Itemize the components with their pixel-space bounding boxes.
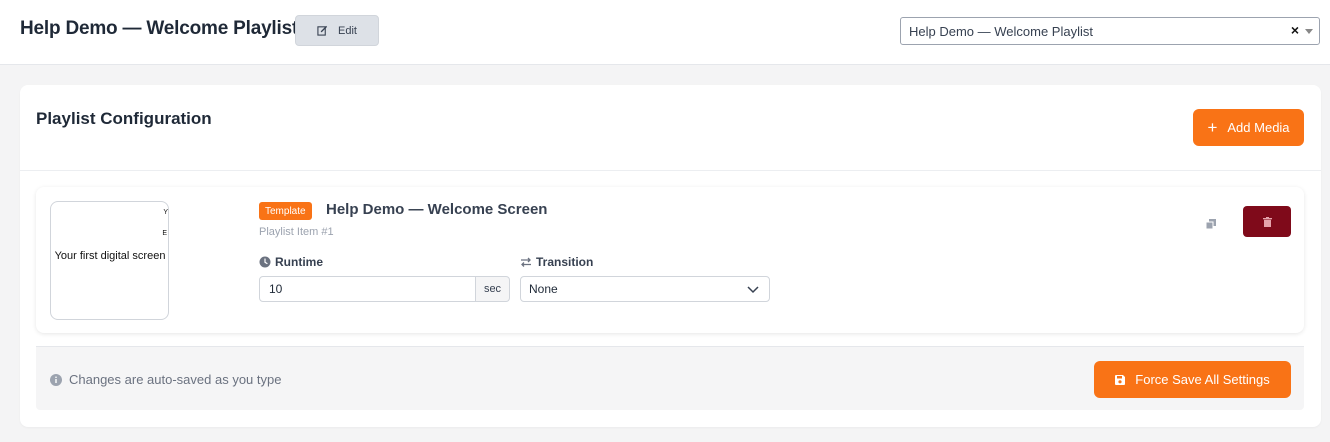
edit-button[interactable]: Edit: [295, 15, 379, 46]
edit-icon: [317, 25, 328, 36]
clear-selection-icon[interactable]: ×: [1291, 22, 1299, 38]
plus-icon: +: [1207, 117, 1218, 137]
save-icon: [1115, 374, 1126, 385]
runtime-label: Runtime: [259, 255, 323, 269]
exchange-icon: [521, 257, 531, 267]
transition-label-text: Transition: [536, 255, 594, 269]
trash-icon: [1262, 216, 1272, 227]
playlist-config-card: Playlist Configuration + Add Media Y E Y…: [20, 85, 1321, 427]
force-save-button[interactable]: Force Save All Settings: [1094, 361, 1291, 398]
thumbnail-edge-text: E: [162, 230, 167, 237]
runtime-input[interactable]: 10: [259, 276, 476, 302]
item-title: Help Demo — Welcome Screen: [326, 201, 548, 218]
copy-icon[interactable]: [1205, 218, 1217, 230]
thumbnail-text: Your first digital screen: [54, 250, 166, 262]
edit-button-label: Edit: [338, 24, 357, 37]
top-bar: Help Demo — Welcome Playlist Edit Help D…: [0, 0, 1330, 65]
playlist-item: Y E Your first digital screen Template H…: [36, 187, 1304, 333]
playlist-select[interactable]: Help Demo — Welcome Playlist ×: [900, 17, 1320, 45]
autosave-note-text: Changes are auto-saved as you type: [69, 372, 282, 387]
add-media-label: Add Media: [1227, 120, 1290, 135]
transition-select[interactable]: None: [520, 276, 770, 302]
thumbnail-edge-text: Y: [163, 209, 168, 216]
info-icon: [50, 373, 62, 386]
chevron-down-icon: [747, 286, 759, 294]
media-thumbnail[interactable]: Y E Your first digital screen: [50, 201, 169, 320]
divider: [20, 170, 1321, 171]
clock-icon: [259, 256, 271, 268]
card-footer: Changes are auto-saved as you type Force…: [36, 346, 1304, 410]
transition-select-value: None: [529, 282, 558, 296]
transition-label: Transition: [520, 255, 593, 269]
card-title: Playlist Configuration: [36, 109, 212, 128]
page-title: Help Demo — Welcome Playlist: [20, 18, 299, 39]
item-subtitle: Playlist Item #1: [259, 226, 334, 238]
playlist-select-value: Help Demo — Welcome Playlist: [909, 24, 1093, 39]
delete-button[interactable]: [1243, 206, 1291, 237]
template-badge: Template: [259, 202, 312, 220]
force-save-label: Force Save All Settings: [1135, 372, 1270, 387]
runtime-unit: sec: [476, 276, 510, 302]
dropdown-arrow-icon[interactable]: [1305, 29, 1313, 34]
add-media-button[interactable]: + Add Media: [1193, 109, 1304, 146]
autosave-note: Changes are auto-saved as you type: [50, 372, 281, 387]
runtime-label-text: Runtime: [275, 255, 323, 269]
